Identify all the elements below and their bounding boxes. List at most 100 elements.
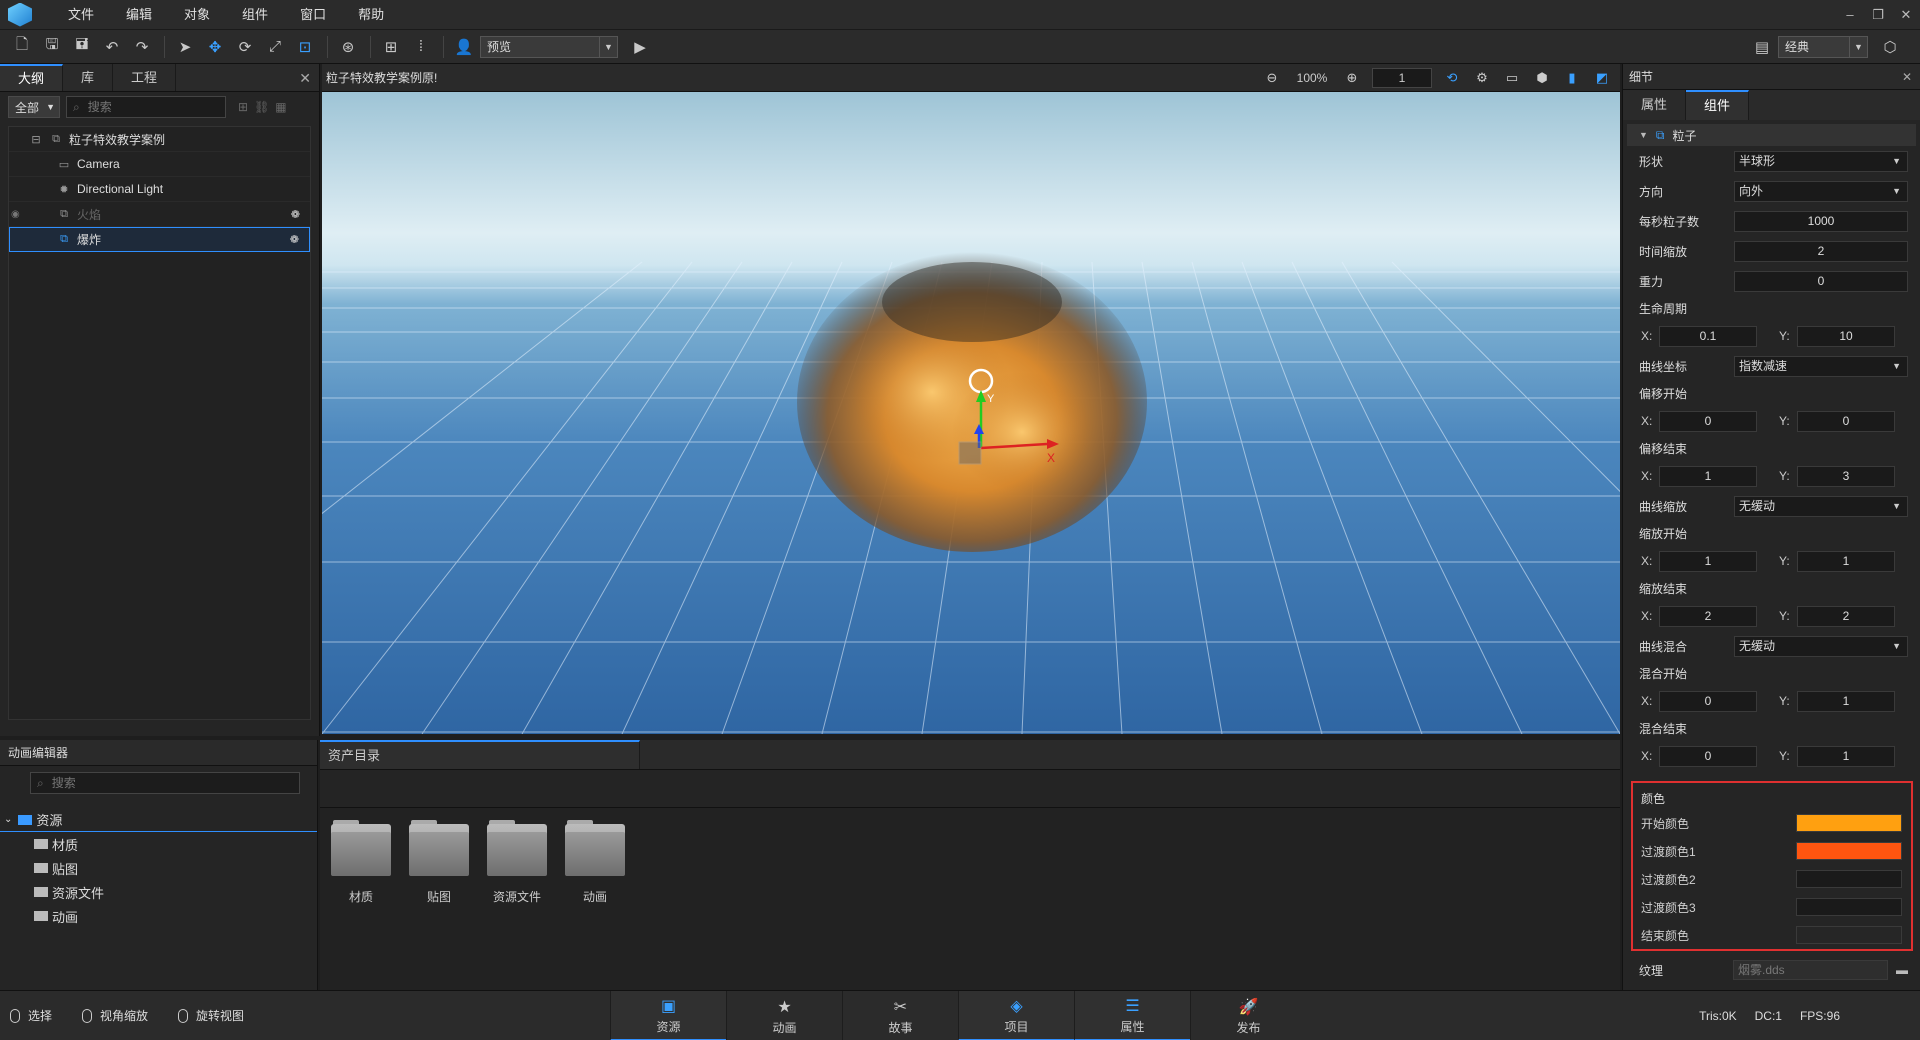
curve-blend-select[interactable]: 无缓动 ▼ [1734, 635, 1908, 657]
asset-folder-animations[interactable]: 动画 [564, 820, 626, 905]
scale-start-y-input[interactable]: 1 [1797, 550, 1895, 572]
rect-tool-icon[interactable]: ⊡ [291, 34, 319, 60]
camera-view-icon[interactable]: ▭ [1502, 70, 1522, 86]
tree-item-resource-files[interactable]: 资源文件 [0, 880, 317, 904]
tab-components[interactable]: 组件 [1686, 90, 1750, 120]
tab-project[interactable]: 工程 [113, 64, 177, 91]
tree-item-resources[interactable]: ⌄ 资源 [0, 808, 317, 832]
menu-file[interactable]: 文件 [52, 0, 110, 30]
scene-canvas[interactable]: Y X [322, 92, 1620, 734]
timescale-input[interactable]: 2 [1734, 240, 1908, 262]
tab-project-bottom[interactable]: ◈ 项目 [958, 991, 1074, 1040]
texture-input[interactable]: 烟雾.dds [1733, 960, 1888, 980]
direction-select[interactable]: 向外 ▼ [1734, 180, 1908, 202]
tree-item-animations[interactable]: 动画 [0, 904, 317, 928]
asset-folder-resource-files[interactable]: 资源文件 [486, 820, 548, 905]
menu-edit[interactable]: 编辑 [110, 0, 168, 30]
scale-start-x-input[interactable]: 1 [1659, 550, 1757, 572]
scale-end-x-input[interactable]: 2 [1659, 605, 1757, 627]
restore-button[interactable]: ❐ [1864, 0, 1892, 30]
tree-item-scene[interactable]: ⊟ ⧉ 粒子特效教学案例 [9, 127, 310, 152]
tree-item-textures[interactable]: 贴图 [0, 856, 317, 880]
tab-properties[interactable]: ☰ 属性 [1074, 991, 1190, 1040]
tab-animation[interactable]: ★ 动画 [726, 991, 842, 1040]
filter-select[interactable]: 全部 ▼ [8, 96, 60, 118]
cube-icon[interactable]: ⬢ [1532, 70, 1552, 86]
play-icon[interactable]: ▶ [626, 34, 654, 60]
blend-end-y-input[interactable]: 1 [1797, 745, 1895, 767]
tree-item-fire[interactable]: ◉ ⧉ 火焰 ❁ [9, 202, 310, 227]
tab-attributes[interactable]: 属性 [1623, 90, 1687, 120]
offset-start-x-input[interactable]: 0 [1659, 410, 1757, 432]
frame-input[interactable]: 1 [1372, 67, 1432, 88]
animation-search[interactable]: ⌕ [30, 772, 300, 794]
curve-scale-select[interactable]: 无缓动 ▼ [1734, 495, 1908, 517]
tab-asset-directory[interactable]: 资产目录 [320, 740, 640, 769]
tree-item-directional-light[interactable]: ✹ Directional Light [9, 177, 310, 202]
rate-input[interactable]: 1000 [1734, 210, 1908, 232]
outline-search[interactable]: ⌕ [66, 96, 226, 118]
asset-folder-textures[interactable]: 贴图 [408, 820, 470, 905]
offset-start-y-input[interactable]: 0 [1797, 410, 1895, 432]
visibility-icon[interactable]: ◉ [11, 209, 20, 220]
snap-grid-icon[interactable]: ⁞ [407, 34, 435, 60]
menu-help[interactable]: 帮助 [342, 0, 400, 30]
close-icon[interactable]: ✕ [1902, 70, 1912, 84]
orbit-icon[interactable]: ⟲ [1442, 70, 1462, 86]
asset-folder-materials[interactable]: 材质 [330, 820, 392, 905]
link-icon[interactable]: ⛓ [254, 100, 269, 114]
tree-item-camera[interactable]: ▭ Camera [9, 152, 310, 177]
lifetime-y-input[interactable]: 10 [1797, 325, 1895, 347]
blend-end-x-input[interactable]: 0 [1659, 745, 1757, 767]
scale-tool-icon[interactable]: ⤢ [261, 34, 289, 60]
offset-end-x-input[interactable]: 1 [1659, 465, 1757, 487]
redo-icon[interactable]: ↷ [128, 34, 156, 60]
stats-icon[interactable]: ◩ [1592, 70, 1612, 86]
layout-icon[interactable]: ▤ [1748, 34, 1776, 60]
rotate-tool-icon[interactable]: ⟳ [231, 34, 259, 60]
preview-select[interactable]: 预览 ▼ [480, 35, 618, 58]
offset-end-y-input[interactable]: 3 [1797, 465, 1895, 487]
grid-icon[interactable]: ⊞ [377, 34, 405, 60]
particle-section-header[interactable]: ▼ ⧉ 粒子 [1627, 124, 1916, 146]
new-file-icon[interactable]: 🗋 [8, 34, 36, 60]
collapse-icon[interactable]: ▦ [275, 100, 286, 114]
outline-search-input[interactable] [87, 100, 219, 114]
scale-end-y-input[interactable]: 2 [1797, 605, 1895, 627]
perspective-icon[interactable]: ▮ [1562, 70, 1582, 86]
pivot-icon[interactable]: ⊛ [334, 34, 362, 60]
folder-browse-icon[interactable]: ▬ [1896, 963, 1908, 977]
gravity-input[interactable]: 0 [1734, 270, 1908, 292]
menu-component[interactable]: 组件 [226, 0, 284, 30]
layout-select[interactable]: 经典 ▼ [1778, 35, 1868, 58]
collapse-toggle-icon[interactable]: ⊟ [29, 133, 43, 146]
tree-item-materials[interactable]: 材质 [0, 832, 317, 856]
tab-library[interactable]: 库 [63, 64, 114, 91]
menu-window[interactable]: 窗口 [284, 0, 342, 30]
menu-object[interactable]: 对象 [168, 0, 226, 30]
tree-expand-icon[interactable]: ⊞ [238, 100, 248, 114]
shape-select[interactable]: 半球形 ▼ [1734, 150, 1908, 172]
lifetime-x-input[interactable]: 0.1 [1659, 325, 1757, 347]
curve-coord-select[interactable]: 指数减速 ▼ [1734, 355, 1908, 377]
move-tool-icon[interactable]: ✥ [201, 34, 229, 60]
close-icon[interactable]: ✕ [299, 64, 311, 92]
settings-icon[interactable]: ⬡ [1876, 34, 1904, 60]
save-all-icon[interactable]: 🖬 [68, 34, 96, 60]
tree-item-explosion[interactable]: ⧉ 爆炸 ❁ [9, 227, 310, 252]
user-icon[interactable]: 👤 [450, 34, 478, 60]
undo-icon[interactable]: ↶ [98, 34, 126, 60]
save-icon[interactable]: 🖫 [38, 34, 66, 60]
blend-start-x-input[interactable]: 0 [1659, 690, 1757, 712]
close-button[interactable]: ✕ [1892, 0, 1920, 30]
tab-publish[interactable]: 🚀 发布 [1190, 991, 1306, 1040]
gear-view-icon[interactable]: ⚙ [1472, 70, 1492, 86]
tab-story[interactable]: ✂ 故事 [842, 991, 958, 1040]
tab-outline[interactable]: 大纲 [0, 64, 64, 91]
zoom-out-icon[interactable]: ⊖ [1262, 70, 1282, 86]
animation-search-input[interactable] [51, 776, 293, 790]
tab-resources[interactable]: ▣ 资源 [610, 991, 726, 1040]
zoom-in-icon[interactable]: ⊕ [1342, 70, 1362, 86]
blend-start-y-input[interactable]: 1 [1797, 690, 1895, 712]
minimize-button[interactable]: – [1836, 0, 1864, 30]
